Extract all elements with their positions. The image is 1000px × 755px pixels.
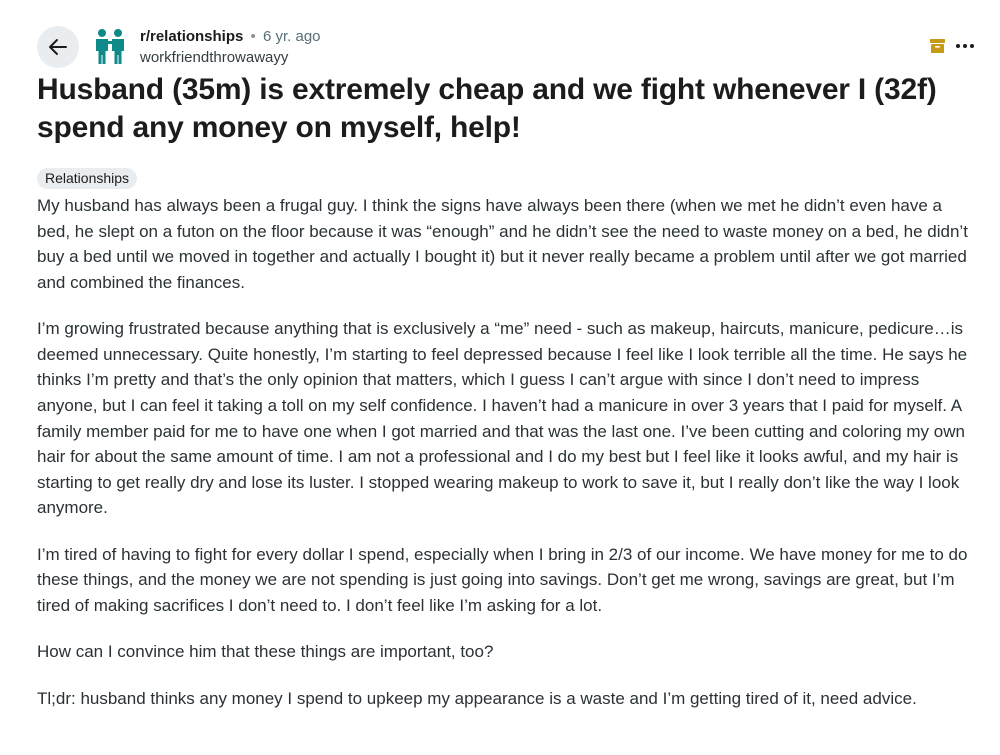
- back-button[interactable]: [37, 26, 79, 68]
- post-paragraph: I’m growing frustrated because anything …: [37, 319, 968, 518]
- post-paragraph: Tl;dr: husband thinks any money I spend …: [37, 688, 917, 708]
- author-link[interactable]: workfriendthrowawayy: [140, 48, 321, 68]
- more-horizontal-icon: [955, 43, 961, 49]
- arrow-left-icon: [49, 39, 67, 55]
- subreddit-link[interactable]: r/relationships: [140, 28, 243, 45]
- post-body: My husband has always been a frugal guy.…: [37, 193, 972, 732]
- post-paragraph: My husband has always been a frugal guy.…: [37, 196, 968, 292]
- post-paragraph: I’m tired of having to fight for every d…: [37, 544, 968, 615]
- subreddit-avatar-icon[interactable]: [93, 28, 127, 64]
- post-timestamp: 6 yr. ago: [262, 28, 321, 45]
- post-flair[interactable]: Relationships: [37, 168, 138, 189]
- meta-separator: •: [250, 28, 256, 45]
- more-options-button[interactable]: [954, 36, 976, 56]
- post-title: Husband (35m) is extremely cheap and we …: [37, 73, 937, 144]
- post-paragraph: How can I convince him that these things…: [37, 642, 494, 662]
- post-meta: r/relationships • 6 yr. ago workfriendth…: [140, 27, 321, 68]
- archive-box-icon: [930, 39, 945, 53]
